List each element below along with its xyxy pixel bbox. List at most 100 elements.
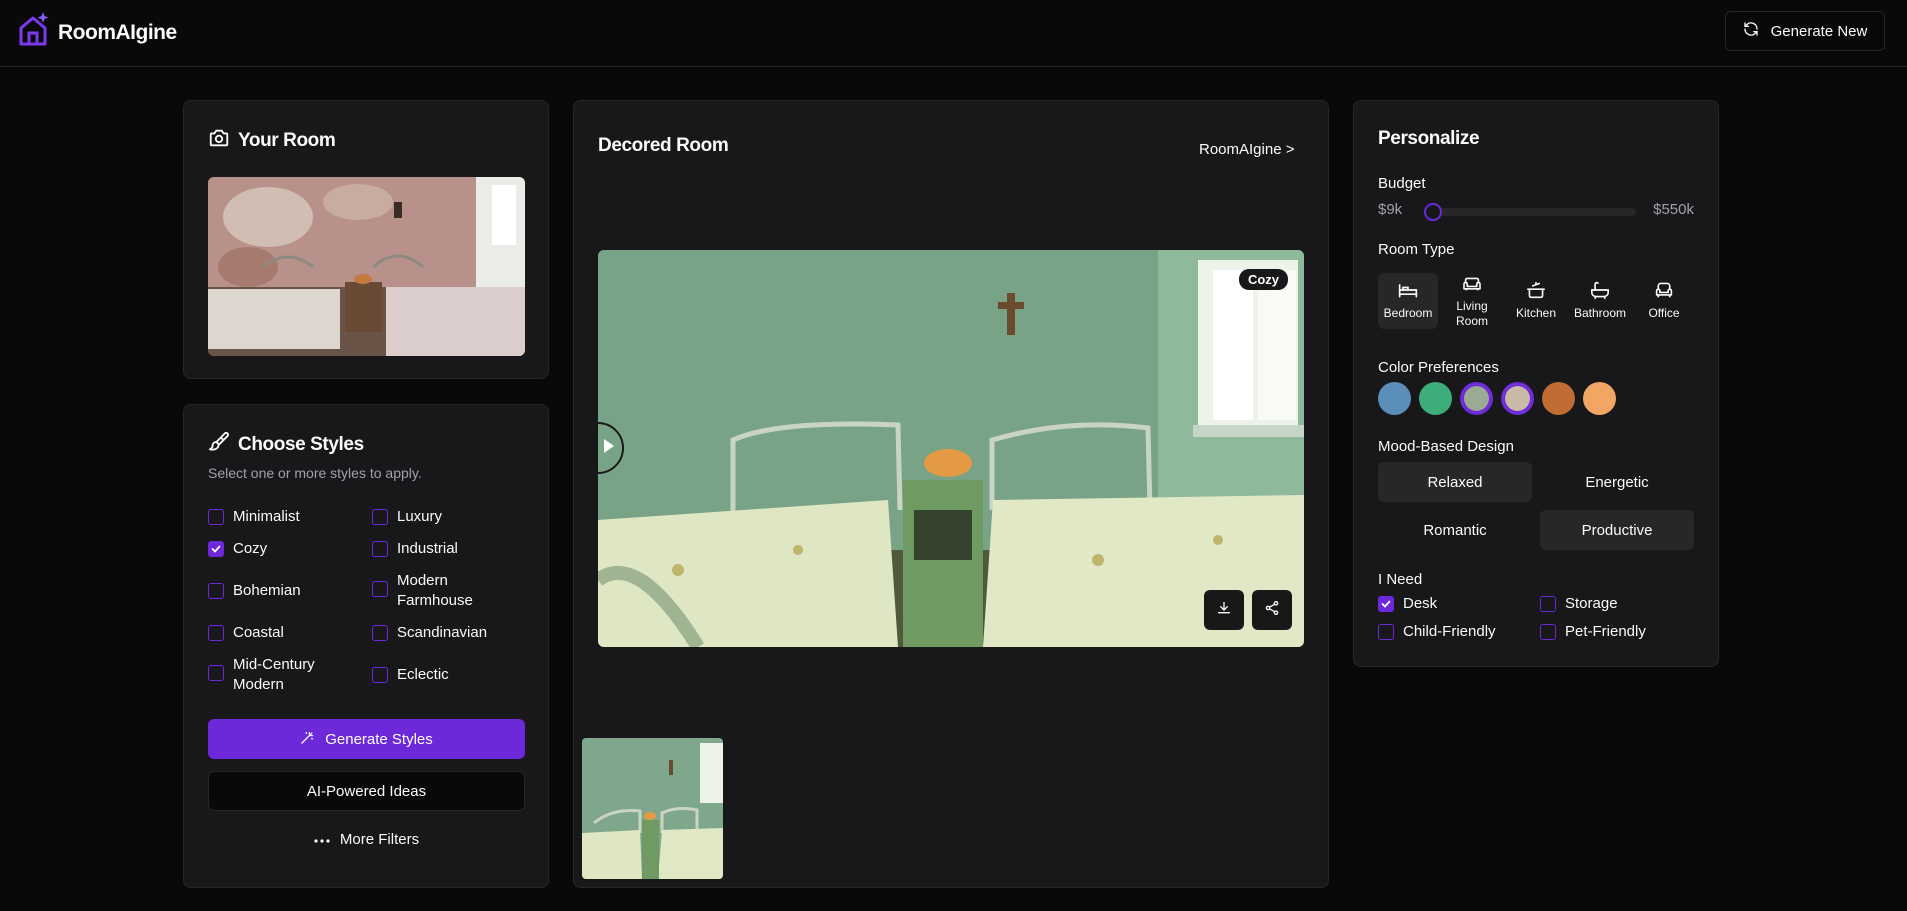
style-option-label: Eclectic — [397, 666, 449, 683]
room-type-bathroom[interactable]: Bathroom — [1570, 273, 1630, 329]
share-button[interactable] — [1252, 590, 1292, 630]
style-option-cozy[interactable]: Cozy — [208, 539, 267, 559]
mood-label: Energetic — [1585, 473, 1649, 491]
style-option-bohemian[interactable]: Bohemian — [208, 581, 301, 601]
mood-energetic-button[interactable]: Energetic — [1540, 462, 1694, 502]
style-option-modern-farmhouse[interactable]: Modern Farmhouse — [372, 571, 522, 611]
need-label: Storage — [1565, 595, 1618, 612]
color-swatch-green[interactable] — [1419, 382, 1452, 415]
budget-slider-thumb[interactable] — [1424, 203, 1442, 221]
checkbox[interactable] — [208, 583, 224, 599]
style-option-label: Cozy — [233, 540, 268, 557]
mood-label: Productive — [1581, 521, 1653, 539]
bed-icon — [1398, 281, 1418, 303]
generate-styles-button[interactable]: Generate Styles — [208, 719, 525, 759]
style-tag: Cozy — [1238, 269, 1288, 290]
decored-room-card: Decored Room RoomAIgine > Cozy — [573, 100, 1329, 888]
download-button[interactable] — [1204, 590, 1244, 630]
color-swatch-rust[interactable] — [1542, 382, 1575, 415]
refresh-icon — [1743, 21, 1759, 41]
style-option-mid-century-modern[interactable]: Mid-Century Modern — [208, 655, 358, 695]
room-type-office[interactable]: Office — [1634, 273, 1694, 329]
color-swatch-peach[interactable] — [1583, 382, 1616, 415]
style-option-label: Coastal — [233, 624, 284, 641]
checkbox[interactable] — [1378, 623, 1394, 640]
color-swatch-sage[interactable] — [1460, 382, 1493, 415]
personalize-card: Personalize Budget $9k $550k Room Type B… — [1353, 100, 1719, 667]
breadcrumb-link[interactable]: RoomAIgine > — [1199, 141, 1294, 158]
your-room-card: Your Room — [183, 100, 549, 379]
color-swatch-blue[interactable] — [1378, 382, 1411, 415]
camera-icon — [208, 127, 230, 154]
mood-relaxed-button[interactable]: Relaxed — [1378, 462, 1532, 502]
decorated-room-image[interactable]: Cozy — [598, 250, 1304, 647]
choose-styles-subtitle: Select one or more styles to apply. — [208, 465, 422, 481]
style-option-label: Minimalist — [233, 508, 300, 525]
room-type-living-room[interactable]: Living Room — [1442, 273, 1502, 329]
armchair-icon — [1654, 281, 1674, 303]
share-icon — [1264, 600, 1280, 621]
download-icon — [1216, 600, 1232, 621]
cooking-pot-icon — [1526, 281, 1546, 303]
style-option-label: Luxury — [397, 508, 443, 525]
color-preferences-label: Color Preferences — [1378, 359, 1499, 376]
checkbox[interactable] — [208, 509, 224, 525]
style-option-industrial[interactable]: Industrial — [372, 539, 458, 559]
original-room-image[interactable] — [208, 177, 525, 356]
need-pet-friendly[interactable]: Pet-Friendly — [1540, 623, 1646, 640]
style-option-luxury[interactable]: Luxury — [372, 507, 442, 527]
style-option-label: Modern Farmhouse — [397, 572, 473, 609]
need-storage[interactable]: Storage — [1540, 595, 1618, 612]
checkbox[interactable] — [1540, 595, 1556, 612]
checkbox-checked[interactable] — [1378, 595, 1394, 612]
need-desk[interactable]: Desk — [1378, 595, 1437, 612]
checkbox[interactable] — [372, 625, 388, 641]
top-navbar: RoomAIgine Generate New — [0, 0, 1907, 67]
need-label: Pet-Friendly — [1565, 623, 1646, 640]
magic-wand-icon — [300, 730, 315, 749]
checkbox[interactable] — [372, 541, 388, 557]
mood-productive-button[interactable]: Productive — [1540, 510, 1694, 550]
mood-romantic-button[interactable]: Romantic — [1378, 510, 1532, 550]
checkbox[interactable] — [372, 667, 388, 683]
i-need-label: I Need — [1378, 571, 1423, 588]
style-option-minimalist[interactable]: Minimalist — [208, 507, 300, 527]
more-filters-button[interactable]: More Filters — [208, 819, 525, 859]
room-type-label: Office — [1648, 306, 1680, 320]
style-option-scandinavian[interactable]: Scandinavian — [372, 623, 487, 643]
color-swatch-beige[interactable] — [1501, 382, 1534, 415]
checkbox[interactable] — [372, 581, 388, 597]
style-option-coastal[interactable]: Coastal — [208, 623, 284, 643]
brand[interactable]: RoomAIgine — [18, 11, 177, 52]
room-type-bedroom[interactable]: Bedroom — [1378, 273, 1438, 329]
budget-min: $9k — [1378, 201, 1403, 218]
ai-powered-ideas-button[interactable]: AI-Powered Ideas — [208, 771, 525, 811]
checkbox[interactable] — [208, 665, 224, 681]
style-option-label: Mid-Century Modern — [233, 656, 315, 693]
checkbox[interactable] — [1540, 623, 1556, 640]
room-type-label: Bedroom — [1383, 306, 1433, 320]
budget-slider-track[interactable] — [1424, 203, 1636, 221]
generate-styles-label: Generate Styles — [325, 730, 433, 748]
style-option-label: Industrial — [397, 540, 458, 557]
personalize-title: Personalize — [1378, 128, 1480, 149]
style-option-eclectic[interactable]: Eclectic — [372, 665, 449, 685]
need-label: Desk — [1403, 595, 1438, 612]
play-icon — [604, 438, 614, 458]
result-thumbnail[interactable] — [582, 738, 723, 879]
generate-new-button[interactable]: Generate New — [1725, 11, 1885, 51]
ai-powered-ideas-label: AI-Powered Ideas — [306, 782, 427, 800]
more-filters-label: More Filters — [339, 830, 420, 848]
need-child-friendly[interactable]: Child-Friendly — [1378, 623, 1496, 640]
budget-label: Budget — [1378, 175, 1426, 192]
room-type-kitchen[interactable]: Kitchen — [1506, 273, 1566, 329]
room-type-label: Living Room — [1455, 298, 1488, 328]
mood-design-label: Mood-Based Design — [1378, 438, 1514, 455]
checkbox[interactable] — [208, 625, 224, 641]
choose-styles-header: Choose Styles — [208, 431, 364, 458]
checkbox-checked[interactable] — [208, 541, 224, 557]
room-type-label: Kitchen — [1515, 306, 1557, 320]
room-type-group: Bedroom Living Room Kitchen Bathroom Off… — [1378, 273, 1694, 329]
bath-icon — [1590, 281, 1610, 303]
checkbox[interactable] — [372, 509, 388, 525]
